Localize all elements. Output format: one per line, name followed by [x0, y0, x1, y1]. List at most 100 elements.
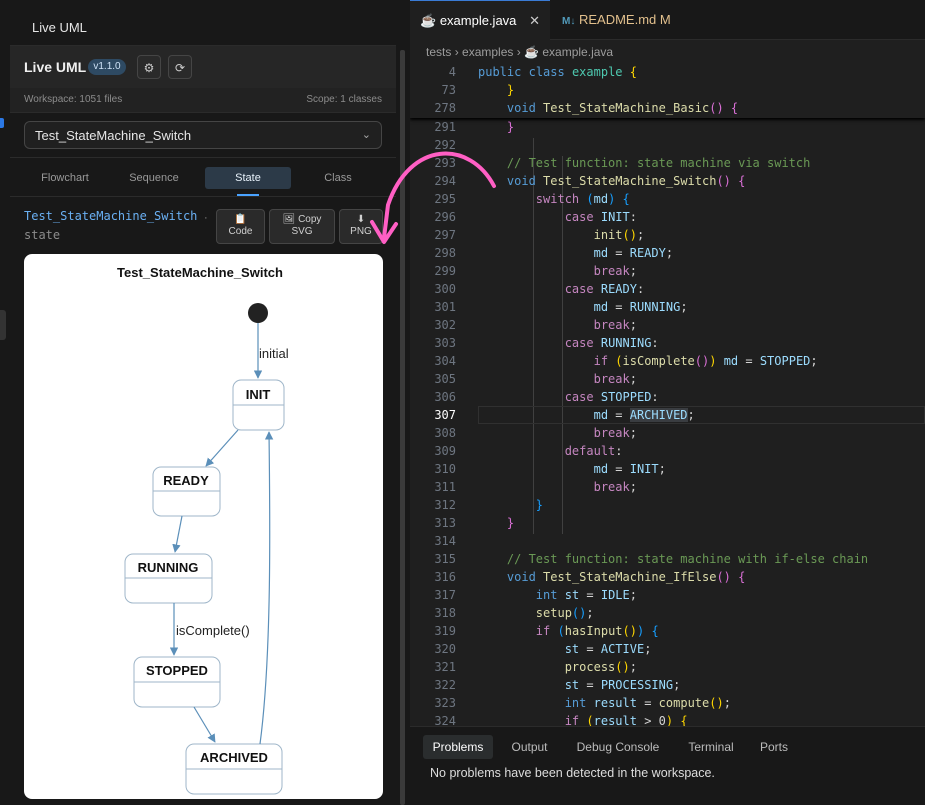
sticky-code-line[interactable]: void Test_StateMachine_Basic() {: [478, 99, 738, 117]
state-archived: ARCHIVED: [185, 743, 283, 795]
code-line[interactable]: st = PROCESSING;: [478, 676, 681, 694]
panel-tab-ports[interactable]: Ports: [754, 735, 794, 759]
diagram-tabs: Flowchart Sequence State Class: [10, 157, 396, 197]
code-line[interactable]: md = READY;: [478, 244, 674, 262]
code-line[interactable]: void Test_StateMachine_IfElse() {: [478, 568, 745, 586]
state-init-label: INIT: [246, 387, 271, 402]
bottom-panel: Problems Output Debug Console Terminal P…: [410, 726, 925, 805]
java-icon: ☕: [524, 45, 540, 59]
code-line[interactable]: }: [478, 118, 514, 136]
initial-state: [248, 303, 268, 323]
line-number: 320: [434, 642, 456, 656]
tab-readme[interactable]: M↓ README.md M: [550, 0, 700, 40]
tab-sequence[interactable]: Sequence: [111, 167, 197, 189]
code-line[interactable]: case READY:: [478, 280, 645, 298]
modified-badge: M: [659, 12, 671, 27]
code-editor[interactable]: 291 } 292 293 // Test function: state mach…: [410, 62, 925, 726]
function-select[interactable]: Test_StateMachine_Switch ⌄: [24, 121, 382, 149]
panel-message: No problems have been detected in the wo…: [430, 766, 715, 780]
image-icon: 🖼: [282, 214, 296, 225]
code-line[interactable]: void Test_StateMachine_Switch() {: [478, 172, 745, 190]
tab-example-java[interactable]: ☕ example.java ✕: [410, 0, 550, 40]
code-line[interactable]: int st = IDLE;: [478, 586, 637, 604]
code-line[interactable]: break;: [478, 316, 637, 334]
view-title: Live UML: [32, 20, 87, 35]
code-line[interactable]: process();: [478, 658, 637, 676]
code-line[interactable]: // Test function: state machine with if-…: [478, 550, 868, 568]
line-number: 318: [434, 606, 456, 620]
code-button[interactable]: 📋 Code: [216, 209, 265, 244]
code-line[interactable]: init();: [478, 226, 645, 244]
separator: ·: [204, 212, 208, 224]
breadcrumb-item[interactable]: examples: [462, 45, 513, 59]
code-line[interactable]: md = INIT;: [478, 460, 666, 478]
activity-item[interactable]: [0, 310, 6, 340]
panel-tab-debug-console[interactable]: Debug Console: [568, 735, 668, 759]
tab-state[interactable]: State: [205, 167, 291, 196]
line-number: 292: [434, 138, 456, 152]
code-line[interactable]: break;: [478, 370, 637, 388]
close-icon[interactable]: ✕: [529, 1, 540, 41]
settings-button[interactable]: ⚙: [137, 55, 161, 79]
copy-svg-button-label: 🖼 Copy SVG: [282, 214, 322, 237]
sticky-scroll[interactable]: 4 public class example {73 } 278 void Test…: [410, 62, 925, 118]
line-number: 303: [434, 336, 456, 350]
code-line[interactable]: }: [478, 496, 543, 514]
scope-count: Scope: 1 classes: [306, 94, 382, 105]
tab-flowchart[interactable]: Flowchart: [22, 167, 108, 189]
refresh-button[interactable]: ⟳: [168, 55, 192, 79]
state-stopped: STOPPED: [133, 656, 221, 708]
line-number: 316: [434, 570, 456, 584]
tab-class[interactable]: Class: [295, 167, 381, 189]
code-button-label: Code: [228, 226, 253, 237]
png-button-label: PNG: [350, 226, 372, 237]
code-line[interactable]: if (hasInput()) {: [478, 622, 659, 640]
code-line[interactable]: st = ACTIVE;: [478, 640, 652, 658]
code-line[interactable]: int result = compute();: [478, 694, 731, 712]
activity-bar: [0, 0, 10, 805]
editor-area: ☕ example.java ✕ M↓ README.md M tests › …: [410, 0, 925, 805]
panel-tab-output[interactable]: Output: [502, 735, 557, 759]
png-button[interactable]: ⬇ PNG: [339, 209, 383, 244]
diagram-title: Test_StateMachine_Switch: [117, 265, 283, 280]
code-line[interactable]: }: [478, 514, 514, 532]
code-line[interactable]: if (isComplete()) md = STOPPED;: [478, 352, 818, 370]
code-line[interactable]: md = ARCHIVED;: [478, 406, 695, 424]
line-number: 308: [434, 426, 456, 440]
state-ready: READY: [152, 466, 221, 517]
breadcrumb-item[interactable]: tests: [426, 45, 451, 59]
code-line[interactable]: case INIT:: [478, 208, 637, 226]
code-line[interactable]: break;: [478, 262, 637, 280]
split-sash[interactable]: [396, 0, 410, 805]
code-line[interactable]: case STOPPED:: [478, 388, 659, 406]
uml-header: Live UML v1.1.0 ⚙ ⟳: [10, 46, 396, 88]
code-line[interactable]: // Test function: state machine via swit…: [478, 154, 810, 172]
state-diagram-svg: Test_StateMachine_Switch initial INIT RE…: [117, 265, 289, 795]
sticky-code-line[interactable]: public class example {: [478, 63, 637, 81]
uml-title: Live UML: [24, 59, 87, 75]
code-line[interactable]: if (result > 0) {: [478, 712, 688, 726]
panel-tab-problems[interactable]: Problems: [423, 735, 493, 759]
panel-tab-terminal[interactable]: Terminal: [678, 735, 744, 759]
code-line[interactable]: setup();: [478, 604, 594, 622]
line-number: 321: [434, 660, 456, 674]
line-number: 324: [434, 714, 456, 726]
code-line[interactable]: case RUNNING:: [478, 334, 659, 352]
sticky-code-line[interactable]: }: [478, 81, 514, 99]
code-line[interactable]: break;: [478, 424, 637, 442]
line-number: 309: [434, 444, 456, 458]
code-line[interactable]: md = RUNNING;: [478, 298, 688, 316]
line-number: 296: [434, 210, 456, 224]
line-number: 293: [434, 156, 456, 170]
code-line[interactable]: default:: [478, 442, 623, 460]
workspace-count: Workspace: 1051 files: [24, 94, 123, 105]
scrollbar[interactable]: [400, 50, 405, 805]
code-line[interactable]: switch (md) {: [478, 190, 630, 208]
line-number: 313: [434, 516, 456, 530]
download-icon: ⬇: [356, 214, 366, 225]
live-uml-panel: Live UML Live UML v1.1.0 ⚙ ⟳ Workspace: …: [10, 0, 396, 805]
copy-svg-button[interactable]: 🖼 Copy SVG: [269, 209, 335, 244]
breadcrumb-item[interactable]: example.java: [542, 45, 613, 59]
code-line[interactable]: break;: [478, 478, 637, 496]
line-number: 298: [434, 246, 456, 260]
